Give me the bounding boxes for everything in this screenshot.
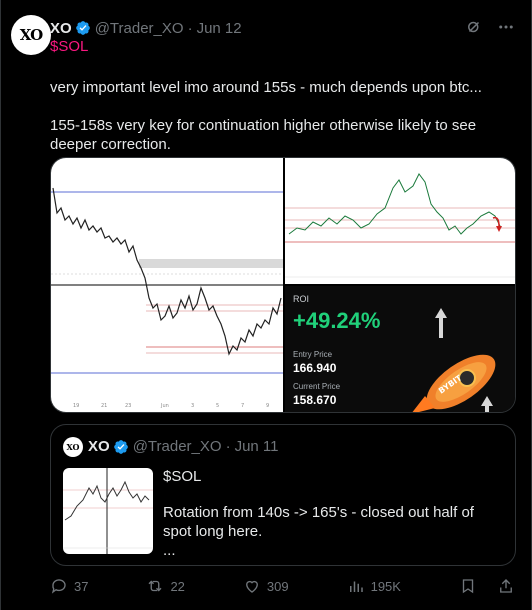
grok-icon[interactable]: [465, 18, 483, 36]
entry-price-value: 166.940: [293, 361, 337, 375]
quoted-chart-thumbnail: [63, 468, 153, 554]
reply-button[interactable]: 37: [50, 577, 88, 595]
share-icon[interactable]: [497, 577, 515, 595]
avatar[interactable]: XO: [11, 15, 51, 55]
author-name[interactable]: XO: [50, 20, 72, 37]
current-price-value: 158.670: [293, 393, 337, 407]
quoted-line: Rotation from 140s -> 165's - closed out…: [163, 504, 474, 540]
svg-text:21: 21: [101, 403, 107, 409]
roi-value: +49.24%: [293, 308, 381, 333]
svg-text:19: 19: [73, 403, 79, 409]
quoted-author-handle: @Trader_XO: [132, 438, 222, 455]
svg-text:23: 23: [125, 403, 131, 409]
svg-text:5: 5: [216, 403, 219, 409]
view-count: 195K: [370, 578, 401, 594]
tweet-container: XO XO @Trader_XO · Jun 12 $SOL very impo…: [0, 0, 532, 610]
svg-text:Jun: Jun: [160, 403, 169, 409]
tweet-header: XO @Trader_XO · Jun 12: [50, 18, 521, 38]
media-grid: 19 21 23 Jun 3 5 7 9 BYBIT ROI +49.24% En…: [50, 157, 516, 413]
more-options-icon[interactable]: [497, 18, 515, 36]
quoted-date: Jun 11: [234, 438, 279, 455]
quoted-line: $SOL: [163, 468, 202, 485]
roi-label: ROI: [293, 294, 310, 304]
chart-image-top-right[interactable]: [285, 158, 515, 284]
quoted-body: $SOL Rotation from 140s -> 165's - close…: [163, 467, 503, 577]
tweet-date[interactable]: Jun 12: [197, 20, 242, 37]
repost-button[interactable]: 22: [146, 577, 185, 595]
quoted-line: ...: [163, 542, 176, 559]
chart-image-left[interactable]: 19 21 23 Jun 3 5 7 9: [51, 158, 283, 412]
views-icon: [349, 581, 363, 592]
like-count: 309: [266, 578, 289, 594]
like-button[interactable]: 309: [243, 577, 289, 595]
action-bar: 37 22 309 195K: [50, 576, 515, 596]
svg-text:3: 3: [191, 403, 194, 409]
repost-icon: [148, 580, 162, 592]
secondary-actions: [459, 577, 515, 595]
tweet-paragraph: very important level imo around 155s - m…: [50, 79, 482, 96]
views-button[interactable]: 195K: [347, 577, 401, 595]
separator-dot: ·: [225, 438, 231, 455]
quoted-tweet[interactable]: XO XO @Trader_XO · Jun 11 $SOL Rotation …: [50, 424, 516, 566]
reply-icon: [51, 579, 66, 594]
quoted-avatar: XO: [63, 437, 83, 457]
svg-text:9: 9: [266, 403, 269, 409]
verified-badge-icon: [75, 21, 90, 35]
quoted-author-name: XO: [88, 438, 110, 455]
bookmark-icon[interactable]: [459, 577, 477, 595]
bybit-pnl-card[interactable]: BYBIT ROI +49.24% Entry Price 166.940 Cu…: [285, 286, 515, 412]
separator-dot: ·: [187, 19, 193, 37]
cashtag-link[interactable]: $SOL: [50, 38, 88, 55]
repost-count: 22: [170, 578, 185, 594]
author-handle[interactable]: @Trader_XO: [95, 20, 184, 37]
heart-icon: [245, 580, 258, 593]
tweet-paragraph: 155-158s very key for continuation highe…: [50, 117, 477, 153]
entry-price-label: Entry Price: [293, 350, 333, 359]
quoted-header: XO @Trader_XO · Jun 11: [88, 438, 279, 455]
verified-badge-icon: [113, 439, 128, 454]
svg-text:7: 7: [241, 403, 244, 409]
reply-count: 37: [74, 578, 89, 594]
header-actions: [465, 18, 515, 36]
current-price-label: Current Price: [293, 382, 341, 391]
